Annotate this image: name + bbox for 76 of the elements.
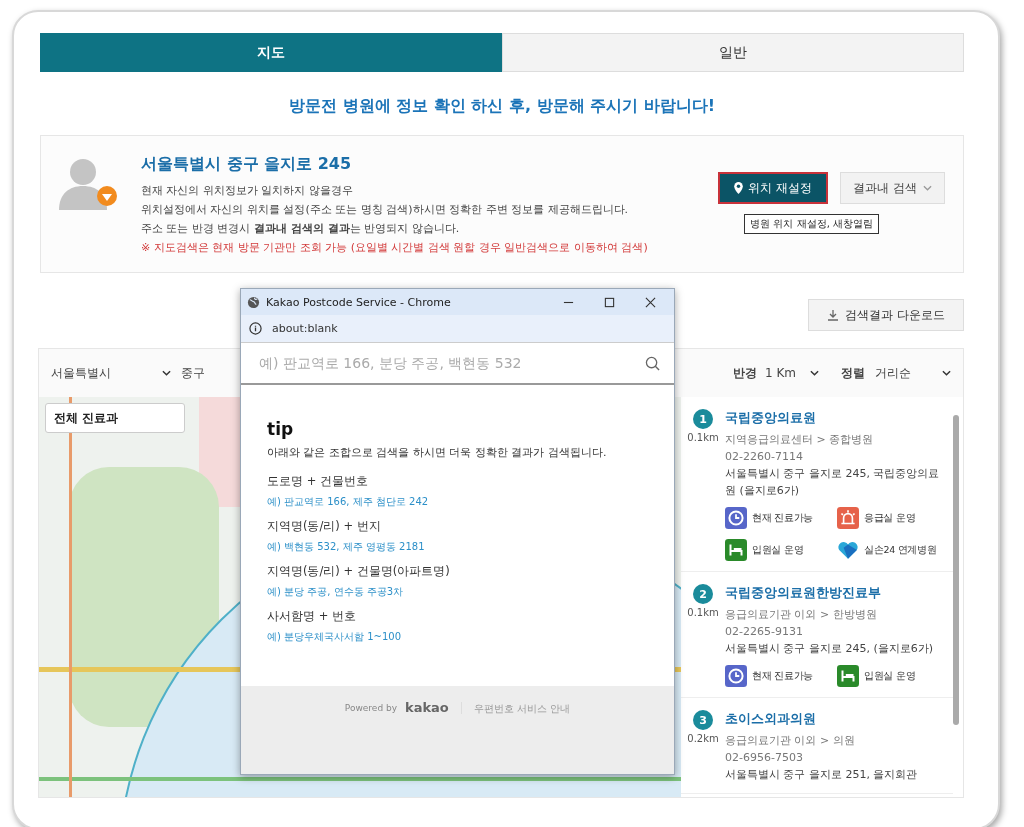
badge-label: 응급실 운영 (864, 511, 916, 525)
clock-icon (725, 507, 747, 529)
hospital-name-link[interactable]: 초이스외과의원 (725, 710, 949, 728)
download-results-button[interactable]: 검색결과 다운로드 (808, 299, 964, 331)
tip-example: 예) 백현동 532, 제주 영평동 2181 (267, 540, 426, 554)
result-number: 3 (693, 710, 713, 730)
badge-label: 입원실 운영 (752, 543, 804, 557)
bed-icon (725, 539, 747, 561)
view-tab[interactable]: 일반 (502, 33, 964, 72)
tip-text: 아래와 같은 조합으로 검색을 하시면 더욱 정확한 결과가 검색됩니다. (267, 445, 608, 460)
radius-select[interactable]: 1 Km (765, 358, 819, 388)
hospital-name-link[interactable]: 국립중앙의료원한방진료부 (725, 584, 949, 602)
maximize-icon[interactable] (604, 296, 615, 308)
category-text: 지역응급의료센터 > 종합병원 (725, 432, 875, 448)
phone-text: 02-2260-7114 (725, 449, 804, 465)
tip-example: 예) 분당 주공, 연수동 주공3차 (267, 585, 405, 599)
close-icon[interactable] (645, 296, 656, 308)
reset-location-button[interactable]: 위치 재설정 (718, 172, 829, 204)
chevron-down-icon (162, 370, 171, 376)
heart-icon (837, 539, 859, 561)
city-select[interactable]: 서울특별시 (51, 358, 171, 388)
badge-label: 현재 진료가능 (752, 669, 813, 683)
hospital-name-link[interactable]: 국립중앙의료원 (725, 409, 949, 427)
tip-format: 지역명(동/리) + 건물명(아파트명) (267, 564, 451, 579)
category-text: 응급의료기관 이외 > 의원 (725, 733, 856, 749)
search-icon[interactable] (645, 355, 660, 371)
tip-format: 도로명 + 건물번호 (267, 474, 369, 489)
tip-format: 사서함명 + 번호 (267, 609, 357, 624)
address-text: 서울특별시 중구 을지로 245, (을지로6가) (725, 641, 935, 657)
radius-label: 반경 (733, 364, 757, 382)
sort-select[interactable]: 거리순 (875, 358, 951, 388)
scrollbar[interactable] (953, 415, 959, 725)
info-text: 위치설정에서 자신의 위치를 설정(주소 또는 명칭 검색)하시면 정확한 주변 정보를 제공해드립니다. (141, 202, 630, 218)
current-address: 서울특별시 중구 을지로 245 (141, 154, 353, 175)
brand-logo: kakao (405, 700, 449, 715)
siren-icon (837, 507, 859, 529)
distance-text: 0.1km (687, 432, 719, 443)
search-within-results-button[interactable]: 결과내 검색 (840, 172, 945, 204)
tip-format: 지역명(동/리) + 번지 (267, 519, 382, 534)
pin-icon (734, 182, 744, 194)
address-text: 서울특별시 중구 을지로 251, 을지회관 (725, 767, 919, 783)
notice-heading: 방문전 병원에 정보 확인 하신 후, 방문해 주시기 바랍니다! (288, 96, 716, 117)
result-number: 1 (693, 409, 713, 429)
chevron-down-icon (942, 370, 951, 376)
phone-text: 02-6956-7503 (725, 750, 804, 766)
powered-by-text: Powered by (344, 703, 397, 713)
distance-text: 0.2km (687, 733, 719, 744)
tooltip: 병원 위치 재설정, 새창열림 (744, 214, 879, 234)
badge-label: 입원실 운영 (864, 669, 916, 683)
info-icon (249, 322, 262, 335)
badge-label: 현재 진료가능 (752, 511, 813, 525)
category-text: 응급의료기관 이외 > 한방병원 (725, 607, 878, 623)
tip-example: 예) 판교역로 166, 제주 첨단로 242 (267, 495, 430, 509)
clock-icon (725, 665, 747, 687)
address-text: 서울특별시 중구 을지로 245, 국립중앙의료원 (을지로6가) (725, 466, 941, 499)
chevron-down-icon (810, 370, 819, 376)
distance-text: 0.1km (687, 607, 719, 618)
phone-text: 02-2265-9131 (725, 624, 804, 640)
bed-icon (837, 665, 859, 687)
tip-example: 예) 분당우체국사서함 1~100 (267, 630, 403, 644)
globe-icon (247, 295, 260, 309)
window-title: Kakao Postcode Service - Chrome (266, 295, 452, 309)
url-text: about:blank (272, 322, 338, 335)
info-text: 현재 자신의 위치정보가 일치하지 않을경우 (141, 183, 354, 199)
chevron-down-icon (923, 185, 932, 191)
warning-text: ※ 지도검색은 현재 방문 기관만 조회 가능 (요일별 시간별 검색 원할 경우 일반검색으로 이동하여 검색) (141, 240, 649, 256)
tip-title: tip (267, 419, 295, 439)
view-tab[interactable]: 지도 (40, 33, 502, 72)
result-number: 2 (693, 584, 713, 604)
sort-label: 정렬 (841, 364, 865, 382)
info-text: 주소 또는 반경 변경시 결과내 검색의 결과는 반영되지 않습니다. (141, 221, 461, 237)
download-icon (827, 309, 840, 321)
badge-label: 실손24 연계병원 (864, 543, 937, 557)
department-filter-button[interactable]: 전체 진료과 (45, 403, 185, 433)
district-select[interactable]: 중구 (181, 358, 221, 388)
address-search-field[interactable]: 예) 판교역로 166, 분당 주공, 백현동 532 (257, 354, 645, 372)
